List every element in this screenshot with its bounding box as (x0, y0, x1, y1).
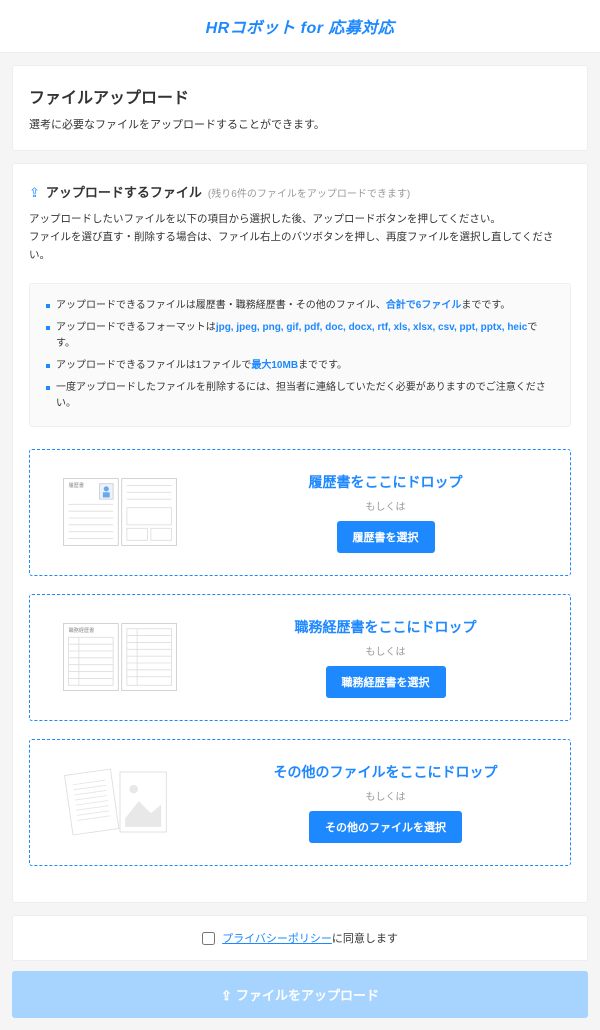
dropzone-or: もしくは (213, 643, 558, 658)
select-resume-button[interactable]: 履歴書を選択 (337, 521, 435, 553)
rule-item: アップロードできるフォーマットはjpg, jpeg, png, gif, pdf… (46, 320, 554, 352)
privacy-policy-link[interactable]: プライバシーポリシー (222, 933, 332, 945)
app-header: HRコボット for 応募対応 (0, 0, 600, 53)
dropzone-title: 職務経歴書をここにドロップ (213, 617, 558, 637)
instructions: アップロードしたいファイルを以下の項目から選択した後、アップロードボタンを押して… (29, 211, 571, 265)
consent-suffix: に同意します (332, 933, 398, 945)
other-doc-icon (42, 762, 197, 842)
upload-card: ⇪ アップロードするファイル (残り6件のファイルをアップロードできます) アッ… (12, 163, 588, 903)
consent-checkbox[interactable] (202, 932, 215, 945)
svg-text:職務経歴書: 職務経歴書 (68, 626, 94, 634)
select-other-button[interactable]: その他のファイルを選択 (309, 811, 462, 843)
svg-text:履歴書: 履歴書 (68, 481, 83, 489)
rules-box: アップロードできるファイルは履歴書・職務経歴書・その他のファイル、合計で6ファイ… (29, 283, 571, 427)
logo: HRコボット for 応募対応 (0, 14, 600, 38)
dropzone-or: もしくは (213, 498, 558, 513)
resume-doc-icon: 履歴書 (42, 472, 197, 552)
cv-doc-icon: 職務経歴書 (42, 617, 197, 697)
dropzone-resume[interactable]: 履歴書 履歴書をここにドロップ もしくは (29, 449, 571, 576)
page-desc: 選考に必要なファイルをアップロードすることができます。 (29, 116, 571, 132)
section-title: アップロードするファイル (46, 182, 202, 201)
dropzone-title: その他のファイルをここにドロップ (213, 762, 558, 782)
instruction-line: アップロードしたいファイルを以下の項目から選択した後、アップロードボタンを押して… (29, 211, 571, 229)
upload-icon: ⇪ (29, 185, 40, 201)
upload-icon: ⇪ (221, 988, 232, 1003)
intro-card: ファイルアップロード 選考に必要なファイルをアップロードすることができます。 (12, 65, 588, 151)
rule-item: アップロードできるファイルは履歴書・職務経歴書・その他のファイル、合計で6ファイ… (46, 298, 554, 314)
rule-item: 一度アップロードしたファイルを削除するには、担当者に連絡していただく必要がありま… (46, 380, 554, 412)
dropzone-other[interactable]: その他のファイルをここにドロップ もしくは その他のファイルを選択 (29, 739, 571, 866)
rule-item: アップロードできるファイルは1ファイルで最大10MBまでです。 (46, 358, 554, 374)
consent-box: プライバシーポリシーに同意します (12, 915, 588, 961)
upload-button[interactable]: ⇪ファイルをアップロード (12, 971, 588, 1018)
dropzone-title: 履歴書をここにドロップ (213, 472, 558, 492)
dropzone-or: もしくは (213, 788, 558, 803)
select-cv-button[interactable]: 職務経歴書を選択 (326, 666, 446, 698)
section-sub: (残り6件のファイルをアップロードできます) (208, 185, 410, 200)
dropzone-cv[interactable]: 職務経歴書 職務経歴書をここにドロップ もしくは (29, 594, 571, 721)
page-title: ファイルアップロード (29, 84, 571, 108)
instruction-line: ファイルを選び直す・削除する場合は、ファイル右上のバツボタンを押し、再度ファイル… (29, 229, 571, 265)
